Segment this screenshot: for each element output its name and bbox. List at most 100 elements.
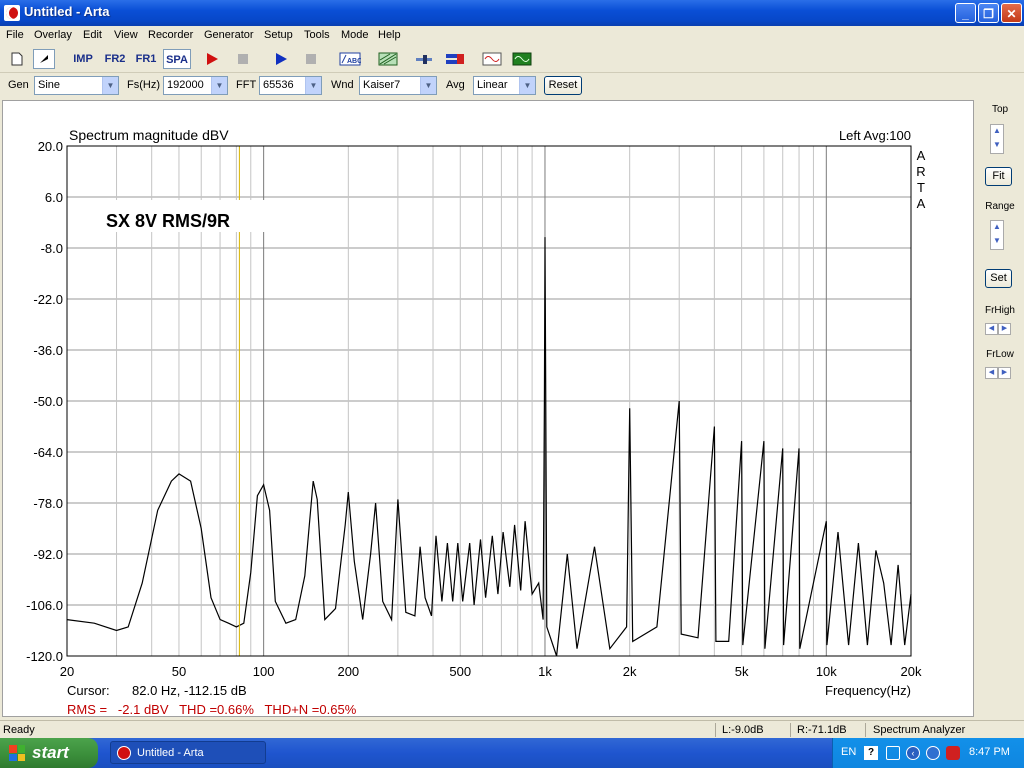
frhigh-label: FrHigh xyxy=(984,305,1015,316)
down-arrow-icon[interactable]: ▼ xyxy=(991,139,1003,153)
reset-button[interactable]: Reset xyxy=(544,76,582,95)
chevron-down-icon[interactable]: ▼ xyxy=(519,77,535,94)
up-arrow-icon[interactable]: ▲ xyxy=(991,125,1003,139)
close-button[interactable]: ✕ xyxy=(1001,3,1022,23)
left-arrow-icon[interactable]: ◀ xyxy=(985,367,998,379)
window-title: Untitled - Arta xyxy=(24,4,110,19)
menu-mode[interactable]: Mode xyxy=(341,29,369,41)
stop-icon[interactable] xyxy=(232,49,254,69)
spectrum-series-line xyxy=(66,237,912,657)
security-shield-icon[interactable] xyxy=(946,746,960,760)
fit-button[interactable]: Fit xyxy=(985,167,1012,186)
menu-help[interactable]: Help xyxy=(378,29,401,41)
menu-edit[interactable]: Edit xyxy=(83,29,102,41)
taskbar-item-arta[interactable]: Untitled - Arta xyxy=(110,741,266,764)
set-button[interactable]: Set xyxy=(985,269,1012,288)
cursor-tool-icon[interactable] xyxy=(33,49,55,69)
menu-generator[interactable]: Generator xyxy=(204,29,254,41)
windows-logo-icon xyxy=(9,745,25,761)
right-arrow-icon[interactable]: ▶ xyxy=(998,367,1011,379)
system-tray: EN ? ‹ 8:47 PM xyxy=(832,738,1024,768)
generator-play-icon[interactable] xyxy=(270,49,292,69)
menu-overlay[interactable]: Overlay xyxy=(34,29,72,41)
y-tick-label: -8.0 xyxy=(41,241,63,256)
spectrum-plot-area[interactable]: 20.0 6.0 -8.0 -22.0 -36.0 -50.0 -64.0 -78.0 -92.… xyxy=(2,100,974,717)
spa-mode-button[interactable]: SPA xyxy=(163,49,191,69)
chevron-down-icon[interactable]: ▼ xyxy=(102,77,118,94)
divider xyxy=(715,723,716,737)
spectrum-chart[interactable]: 20.0 6.0 -8.0 -22.0 -36.0 -50.0 -64.0 -78.0 -92.… xyxy=(3,101,973,717)
x-tick-label: 5k xyxy=(735,664,749,679)
chevron-down-icon[interactable]: ▼ xyxy=(305,77,321,94)
help-icon[interactable]: ? xyxy=(864,746,878,760)
avg-select[interactable]: Linear ▼ xyxy=(473,76,536,95)
overlay-icon[interactable] xyxy=(376,49,400,69)
label-abc-icon[interactable]: ABC xyxy=(338,49,362,69)
divider xyxy=(865,723,866,737)
menu-view[interactable]: View xyxy=(114,29,138,41)
slider-settings-icon[interactable] xyxy=(412,49,436,69)
axis-control-panel: Top xyxy=(976,100,1024,717)
minimize-button[interactable]: _ xyxy=(955,3,976,23)
status-ready: Ready xyxy=(3,724,35,736)
clock: 8:47 PM xyxy=(969,746,1010,758)
level-meter-icon[interactable] xyxy=(443,49,467,69)
svg-text:ABC: ABC xyxy=(347,58,361,65)
measurement-stats: RMS = -2.1 dBV THD =0.66% THD+N =0.65% xyxy=(67,702,357,716)
gen-select-value: Sine xyxy=(38,79,61,91)
arta-app-icon[interactable] xyxy=(4,5,20,21)
plot-annotation[interactable]: SX 8V RMS/9R xyxy=(106,211,230,231)
brand-letter: A xyxy=(917,148,926,163)
fr1-mode-button[interactable]: FR1 xyxy=(133,49,159,69)
menu-file[interactable]: File xyxy=(6,29,24,41)
range-spinner[interactable]: ▲ ▼ xyxy=(990,220,1004,250)
antivirus-icon[interactable] xyxy=(926,746,940,760)
y-tick-label: -22.0 xyxy=(33,292,63,307)
fft-select[interactable]: 65536 ▼ xyxy=(259,76,322,95)
y-tick-label: -92.0 xyxy=(33,547,63,562)
menu-setup[interactable]: Setup xyxy=(264,29,293,41)
title-bar: Untitled - Arta _ ❐ ✕ xyxy=(0,0,1024,26)
top-spinner[interactable]: ▲ ▼ xyxy=(990,124,1004,154)
right-arrow-icon[interactable]: ▶ xyxy=(998,323,1011,335)
status-mode: Spectrum Analyzer xyxy=(873,724,966,736)
wnd-select[interactable]: Kaiser7 ▼ xyxy=(359,76,437,95)
status-left-level: L:-9.0dB xyxy=(722,724,764,736)
x-tick-label: 10k xyxy=(816,664,837,679)
fs-select[interactable]: 192000 ▼ xyxy=(163,76,228,95)
top-label: Top xyxy=(991,104,1009,115)
start-button[interactable]: start xyxy=(0,738,98,768)
up-arrow-icon[interactable]: ▲ xyxy=(991,221,1003,235)
menu-tools[interactable]: Tools xyxy=(304,29,330,41)
status-bar: Ready L:-9.0dB R:-71.1dB Spectrum Analyz… xyxy=(0,720,1024,739)
imp-mode-button[interactable]: IMP xyxy=(70,49,96,69)
y-tick-label: -106.0 xyxy=(26,598,63,613)
divider xyxy=(790,723,791,737)
y-tick-label: -36.0 xyxy=(33,343,63,358)
gen-select[interactable]: Sine ▼ xyxy=(34,76,119,95)
range-label: Range xyxy=(985,201,1015,212)
network-icon[interactable] xyxy=(886,746,900,760)
frhigh-spinner[interactable]: ◀ ▶ xyxy=(985,323,1011,335)
show-hidden-icons-icon[interactable]: ‹ xyxy=(906,746,920,760)
menu-recorder[interactable]: Recorder xyxy=(148,29,193,41)
new-file-icon[interactable] xyxy=(6,49,28,69)
maximize-button[interactable]: ❐ xyxy=(978,3,999,23)
avg-label: Avg xyxy=(446,79,465,91)
language-indicator[interactable]: EN xyxy=(841,746,856,758)
chevron-down-icon[interactable]: ▼ xyxy=(211,77,227,94)
x-tick-label: 2k xyxy=(623,664,637,679)
generator-stop-icon[interactable] xyxy=(300,49,322,69)
record-icon[interactable] xyxy=(201,49,223,69)
chevron-down-icon[interactable]: ▼ xyxy=(420,77,436,94)
scope-icon[interactable] xyxy=(510,49,534,69)
frlow-label: FrLow xyxy=(986,349,1014,360)
left-arrow-icon[interactable]: ◀ xyxy=(985,323,998,335)
down-arrow-icon[interactable]: ▼ xyxy=(991,235,1003,249)
channel-avg-label: Left Avg:100 xyxy=(839,128,911,143)
signal-generator-icon[interactable] xyxy=(480,49,504,69)
fr2-mode-button[interactable]: FR2 xyxy=(102,49,128,69)
frlow-spinner[interactable]: ◀ ▶ xyxy=(985,367,1011,379)
frequency-axis-label: Frequency(Hz) xyxy=(825,683,911,698)
x-tick-label: 200 xyxy=(337,664,359,679)
